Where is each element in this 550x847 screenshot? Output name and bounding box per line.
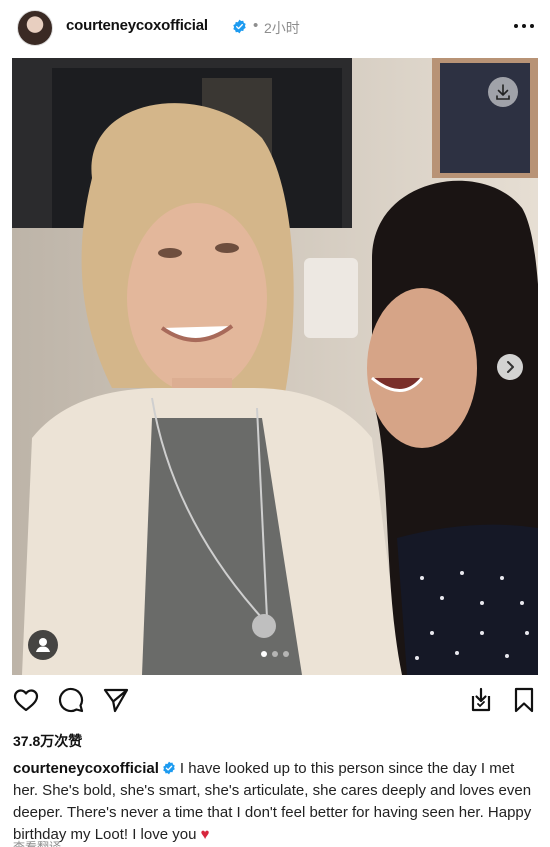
- view-translation-link[interactable]: 查看翻译: [13, 838, 61, 847]
- post-caption: courteneycoxofficial I have looked up to…: [13, 758, 541, 846]
- carousel-indicator: [261, 651, 289, 657]
- download-icon: [496, 84, 510, 100]
- comment-icon[interactable]: [57, 686, 85, 714]
- share-icon[interactable]: [102, 686, 130, 714]
- avatar[interactable]: [17, 10, 53, 46]
- verified-badge-icon: [233, 19, 246, 34]
- photo-illustration: [12, 58, 538, 675]
- download-button[interactable]: [488, 77, 518, 107]
- verified-badge-icon: [163, 761, 175, 775]
- bookmark-icon[interactable]: [510, 686, 538, 714]
- more-options-icon[interactable]: [512, 16, 536, 36]
- heart-emoji: ♥: [200, 826, 210, 843]
- post-time: 2小时: [264, 20, 300, 36]
- caption-username[interactable]: courteneycoxofficial: [13, 760, 159, 777]
- post-header: courteneycoxofficial • 2小时: [0, 0, 550, 56]
- like-count[interactable]: 37.8万次赞: [13, 731, 82, 751]
- action-bar: [0, 686, 550, 716]
- chevron-right-icon: [507, 361, 514, 373]
- carousel-next-button[interactable]: [497, 354, 523, 380]
- post-photo[interactable]: [12, 58, 538, 675]
- save-to-collection-icon[interactable]: [467, 686, 495, 714]
- user-tag-icon: [36, 638, 50, 652]
- username-link[interactable]: courteneycoxofficial: [66, 17, 208, 34]
- tagged-users-button[interactable]: [28, 630, 58, 660]
- like-heart-icon[interactable]: [12, 686, 40, 714]
- separator-dot: •: [253, 17, 259, 34]
